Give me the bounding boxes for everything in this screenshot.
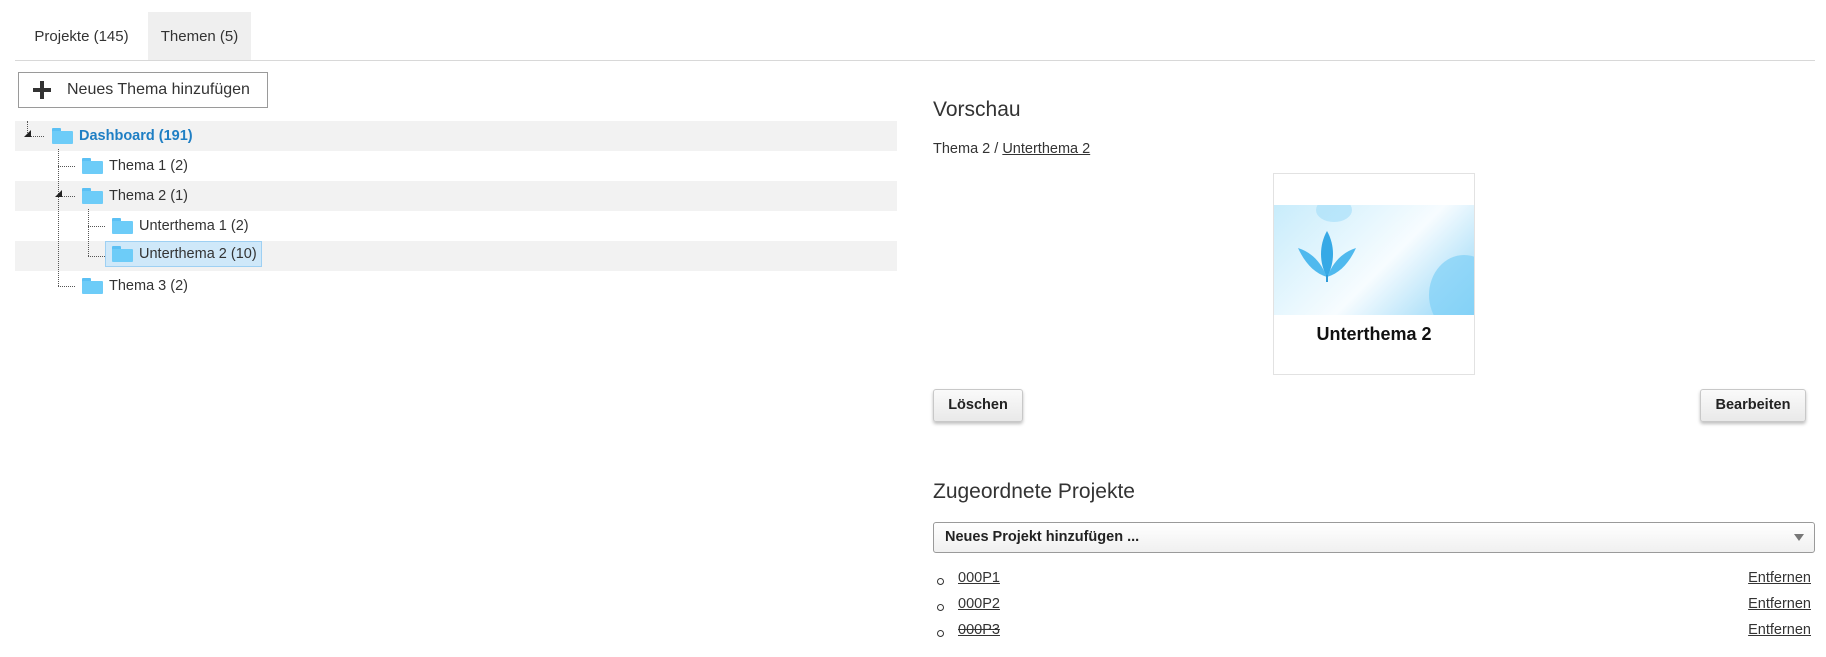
- remove-link[interactable]: Entfernen: [1748, 570, 1811, 586]
- folder-icon: [82, 278, 103, 294]
- assigned-projects-heading: Zugeordnete Projekte: [933, 480, 1135, 503]
- lotus-flower-icon: [1298, 205, 1474, 315]
- add-topic-button[interactable]: Neues Thema hinzufügen: [18, 72, 268, 108]
- tab-themen[interactable]: Themen (5): [148, 12, 251, 60]
- delete-button[interactable]: Löschen: [933, 389, 1023, 422]
- bullet-icon: [937, 578, 944, 585]
- bullet-icon: [937, 604, 944, 611]
- tab-projekte[interactable]: Projekte (145): [15, 12, 148, 60]
- list-item: 000P1 Entfernen: [933, 570, 1815, 596]
- tree-node-dashboard[interactable]: Dashboard (191): [52, 123, 197, 149]
- topic-preview-card[interactable]: Unterthema 2: [1273, 173, 1475, 375]
- tree-connector: [58, 149, 59, 286]
- add-project-select[interactable]: Neues Projekt hinzufügen ...: [933, 522, 1815, 553]
- tree-connector: [88, 209, 89, 256]
- folder-icon: [82, 188, 103, 204]
- plus-icon: [33, 81, 51, 99]
- topic-preview-title: Unterthema 2: [1316, 324, 1432, 344]
- folder-icon: [112, 218, 133, 234]
- topic-preview-image: [1274, 205, 1474, 315]
- expand-toggle-icon[interactable]: [55, 190, 62, 197]
- tree-connector: [58, 286, 75, 287]
- tree-node-thema-3[interactable]: Thema 3 (2): [82, 273, 192, 299]
- edit-button[interactable]: Bearbeiten: [1700, 389, 1806, 422]
- preview-heading: Vorschau: [933, 98, 1021, 121]
- breadcrumb: Thema 2 / Unterthema 2: [933, 141, 1090, 157]
- tree-connector: [88, 226, 105, 227]
- tree-node-thema-2[interactable]: Thema 2 (1): [82, 183, 192, 209]
- remove-link[interactable]: Entfernen: [1748, 596, 1811, 612]
- folder-icon: [82, 158, 103, 174]
- breadcrumb-separator: /: [990, 141, 1003, 157]
- folder-icon: [112, 246, 133, 262]
- list-item: 000P2 Entfernen: [933, 596, 1815, 622]
- bullet-icon: [937, 630, 944, 637]
- chevron-down-icon: [1794, 534, 1804, 541]
- breadcrumb-current-link[interactable]: Unterthema 2: [1002, 141, 1090, 157]
- tab-bar: Projekte (145) Themen (5): [15, 12, 1815, 61]
- folder-icon: [52, 128, 73, 144]
- list-item: 000P3 Entfernen: [933, 622, 1815, 648]
- tree-node-unterthema-2[interactable]: Unterthema 2 (10): [105, 241, 262, 267]
- tree-connector: [58, 166, 75, 167]
- add-project-select-value: Neues Projekt hinzufügen ...: [945, 529, 1140, 545]
- tree-node-unterthema-1[interactable]: Unterthema 1 (2): [112, 213, 253, 239]
- expand-toggle-icon[interactable]: [24, 130, 31, 137]
- tree-connector: [88, 256, 105, 257]
- breadcrumb-parent: Thema 2: [933, 141, 991, 157]
- project-link[interactable]: 000P3: [958, 622, 1000, 638]
- add-topic-label: Neues Thema hinzufügen: [67, 81, 250, 98]
- project-link[interactable]: 000P2: [958, 596, 1000, 612]
- project-link[interactable]: 000P1: [958, 570, 1000, 586]
- topic-tree: Dashboard (191) Thema 1 (2) Thema 2 (1) …: [15, 121, 897, 303]
- remove-link[interactable]: Entfernen: [1748, 622, 1811, 638]
- tree-node-thema-1[interactable]: Thema 1 (2): [82, 153, 192, 179]
